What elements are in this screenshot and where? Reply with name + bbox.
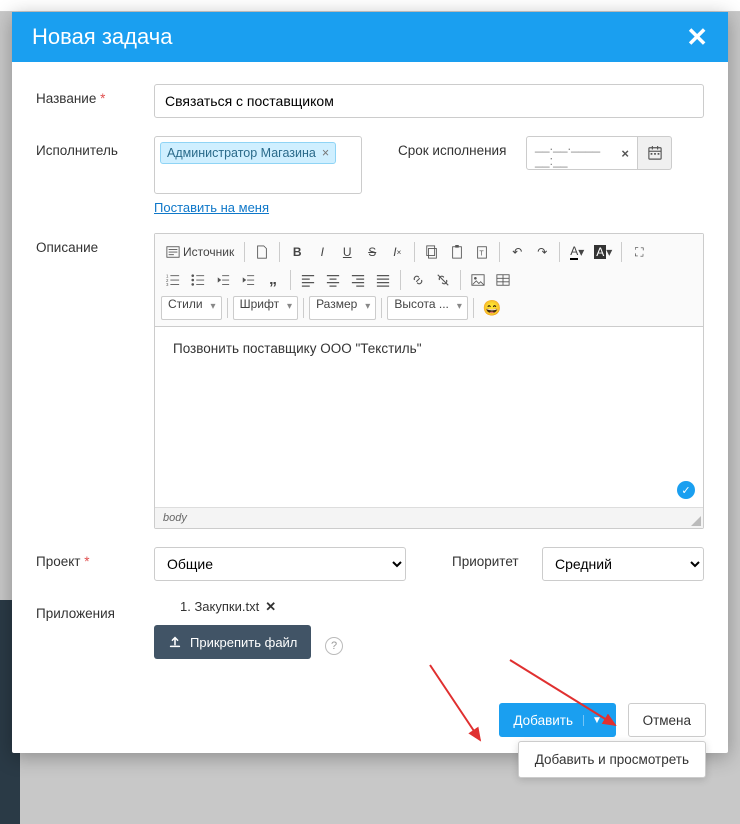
toolbar-image[interactable] xyxy=(466,268,490,292)
outdent-icon xyxy=(216,273,230,287)
cancel-button[interactable]: Отмена xyxy=(628,703,706,737)
priority-select[interactable]: Средний xyxy=(542,547,704,581)
assignee-box[interactable]: Администратор Магазина × xyxy=(154,136,362,194)
editor-element-path[interactable]: body xyxy=(155,507,703,528)
toolbar-align-left[interactable] xyxy=(296,268,320,292)
dialog-title: Новая задача xyxy=(32,24,172,50)
add-and-view-option[interactable]: Добавить и просмотреть xyxy=(518,741,706,778)
svg-text:3: 3 xyxy=(166,282,169,287)
assignee-tag[interactable]: Администратор Магазина × xyxy=(160,142,336,164)
toolbar-indent[interactable] xyxy=(236,268,260,292)
task-name-input[interactable] xyxy=(154,84,704,118)
toolbar-removeformat[interactable]: I× xyxy=(385,240,409,264)
toolbar-blockquote[interactable]: „ xyxy=(261,268,285,292)
attach-file-button[interactable]: Прикрепить файл xyxy=(154,625,311,659)
indent-icon xyxy=(241,273,255,287)
toolbar-italic[interactable]: I xyxy=(310,240,334,264)
toolbar-bullist[interactable] xyxy=(186,268,210,292)
toolbar-paste[interactable] xyxy=(445,240,469,264)
copy-icon xyxy=(425,245,439,259)
table-icon xyxy=(496,273,510,287)
label-attachments: Приложения xyxy=(36,599,154,659)
toolbar-redo[interactable]: ↷ xyxy=(530,240,554,264)
align-left-icon xyxy=(301,273,315,287)
add-button[interactable]: Добавить▼ xyxy=(499,703,616,737)
toolbar-link[interactable] xyxy=(406,268,430,292)
toolbar-lineheight-select[interactable]: Высота ... xyxy=(387,296,468,320)
toolbar-newpage[interactable] xyxy=(250,240,274,264)
editor-content[interactable]: Позвонить поставщику ООО "Текстиль" ✓ xyxy=(155,327,703,507)
paste-icon xyxy=(450,245,464,259)
help-icon[interactable]: ? xyxy=(325,637,343,655)
toolbar-align-right[interactable] xyxy=(346,268,370,292)
toolbar-unlink[interactable] xyxy=(431,268,455,292)
add-button-caret[interactable]: ▼ xyxy=(583,715,602,726)
assignee-tag-label: Администратор Магазина xyxy=(167,146,316,160)
toolbar-underline[interactable]: U xyxy=(335,240,359,264)
ol-icon: 123 xyxy=(166,273,180,287)
toolbar-strike[interactable]: S xyxy=(360,240,384,264)
page-icon xyxy=(255,245,269,259)
label-deadline: Срок исполнения xyxy=(398,136,526,158)
toolbar-source[interactable]: Источник xyxy=(161,240,239,264)
ul-icon xyxy=(191,273,205,287)
toolbar-align-justify[interactable] xyxy=(371,268,395,292)
align-center-icon xyxy=(326,273,340,287)
toolbar-align-center[interactable] xyxy=(321,268,345,292)
dialog-footer: Добавить▼ Отмена Добавить и просмотреть xyxy=(12,687,728,753)
label-project: Проект * xyxy=(36,547,154,581)
label-name: Название * xyxy=(36,84,154,118)
attachment-item: 1. Закупки.txt✕ xyxy=(180,599,276,614)
paste-text-icon: T xyxy=(475,245,489,259)
remove-assignee-icon[interactable]: × xyxy=(322,146,329,160)
dialog-header: Новая задача ✕ xyxy=(12,12,728,62)
deadline-input[interactable]: __.__.____ __:__ × xyxy=(526,136,638,170)
assign-to-me-link[interactable]: Поставить на меня xyxy=(154,200,269,215)
clear-date-icon[interactable]: × xyxy=(621,146,629,161)
align-right-icon xyxy=(351,273,365,287)
toolbar-copy[interactable] xyxy=(420,240,444,264)
unlink-icon xyxy=(436,273,450,287)
calendar-icon xyxy=(648,146,662,160)
toolbar-font-select[interactable]: Шрифт xyxy=(233,296,298,320)
toolbar-undo[interactable]: ↶ xyxy=(505,240,529,264)
toolbar-outdent[interactable] xyxy=(211,268,235,292)
image-icon xyxy=(471,273,485,287)
toolbar-numlist[interactable]: 123 xyxy=(161,268,185,292)
toolbar-paste-text[interactable]: T xyxy=(470,240,494,264)
align-justify-icon xyxy=(376,273,390,287)
remove-attachment-icon[interactable]: ✕ xyxy=(265,599,276,614)
calendar-button[interactable] xyxy=(638,136,672,170)
grammar-check-icon[interactable]: ✓ xyxy=(677,481,695,499)
resize-handle[interactable] xyxy=(691,516,701,526)
toolbar-table[interactable] xyxy=(491,268,515,292)
toolbar-emoji[interactable]: 😄 xyxy=(479,296,506,320)
toolbar-styles-select[interactable]: Стили xyxy=(161,296,222,320)
source-icon xyxy=(166,245,180,259)
link-icon xyxy=(411,273,425,287)
toolbar-bgcolor[interactable]: A▾ xyxy=(590,240,616,264)
toolbar-maximize[interactable]: ⛶ xyxy=(627,240,651,264)
label-assignee: Исполнитель xyxy=(36,136,154,215)
close-icon[interactable]: ✕ xyxy=(686,24,708,50)
upload-icon xyxy=(168,635,182,649)
label-description: Описание xyxy=(36,233,154,529)
new-task-dialog: Новая задача ✕ Название * Исполнитель Ад… xyxy=(12,12,728,753)
toolbar-bold[interactable]: B xyxy=(285,240,309,264)
label-priority: Приоритет xyxy=(452,547,542,581)
editor-toolbar: Источник B I U S I× T xyxy=(155,234,703,327)
project-select[interactable]: Общие xyxy=(154,547,406,581)
rich-text-editor: Источник B I U S I× T xyxy=(154,233,704,529)
svg-text:T: T xyxy=(480,251,485,258)
toolbar-textcolor[interactable]: A▾ xyxy=(565,240,589,264)
toolbar-size-select[interactable]: Размер xyxy=(309,296,376,320)
